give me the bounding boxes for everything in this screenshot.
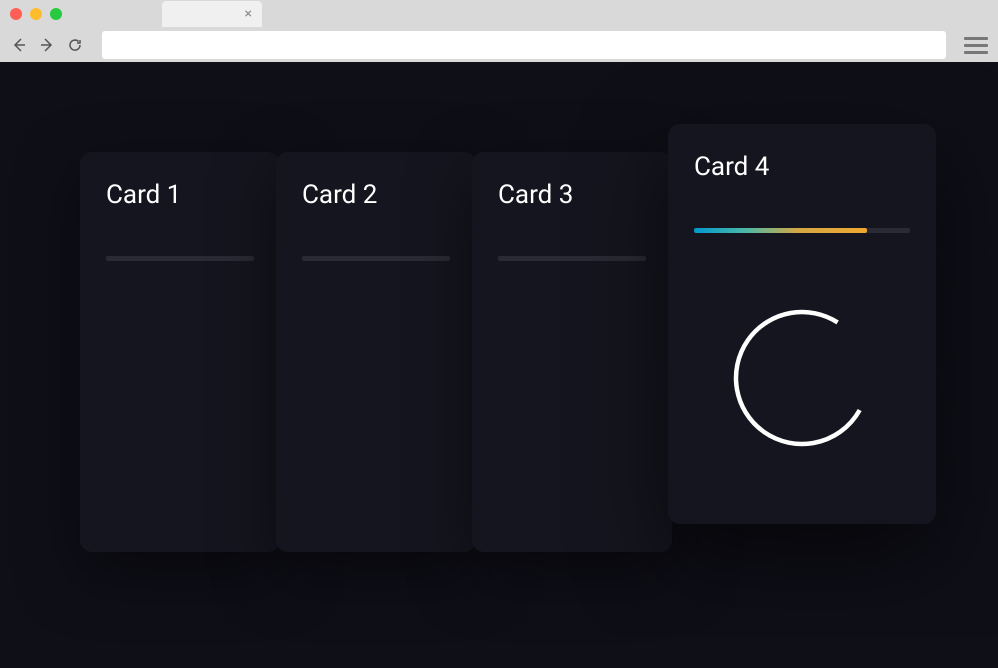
back-button[interactable]: [10, 36, 28, 54]
card-4[interactable]: Card 4: [668, 124, 936, 524]
window-minimize-button[interactable]: [30, 8, 42, 20]
cards-container: Card 1 Card 2 Card 3 Card 4: [80, 152, 932, 552]
card-title: Card 4: [694, 152, 910, 182]
page-content: Card 1 Card 2 Card 3 Card 4: [0, 62, 998, 668]
card-divider: [302, 256, 450, 261]
address-bar[interactable]: [102, 31, 946, 59]
tab-close-icon[interactable]: ×: [245, 7, 252, 21]
arrow-right-icon: [39, 37, 55, 53]
reload-icon: [67, 37, 83, 53]
window-close-button[interactable]: [10, 8, 22, 20]
traffic-lights: [10, 8, 62, 20]
reload-button[interactable]: [66, 36, 84, 54]
card-title: Card 2: [302, 180, 450, 210]
hamburger-icon: [964, 37, 988, 40]
card-divider: [498, 256, 646, 261]
card-3[interactable]: Card 3: [472, 152, 672, 552]
card-title: Card 1: [106, 180, 254, 210]
card-divider: [106, 256, 254, 261]
forward-button[interactable]: [38, 36, 56, 54]
menu-button[interactable]: [964, 33, 988, 57]
card-progress-track: [694, 228, 910, 233]
card-2[interactable]: Card 2: [276, 152, 476, 552]
loading-spinner-icon: [727, 303, 877, 453]
card-1[interactable]: Card 1: [80, 152, 280, 552]
tab-strip: ×: [0, 0, 998, 28]
arrow-left-icon: [11, 37, 27, 53]
window-maximize-button[interactable]: [50, 8, 62, 20]
browser-chrome: ×: [0, 0, 998, 62]
browser-tab[interactable]: ×: [162, 1, 262, 27]
browser-toolbar: [0, 28, 998, 62]
spinner-container: [694, 303, 910, 453]
card-progress-fill: [694, 228, 867, 233]
card-title: Card 3: [498, 180, 646, 210]
